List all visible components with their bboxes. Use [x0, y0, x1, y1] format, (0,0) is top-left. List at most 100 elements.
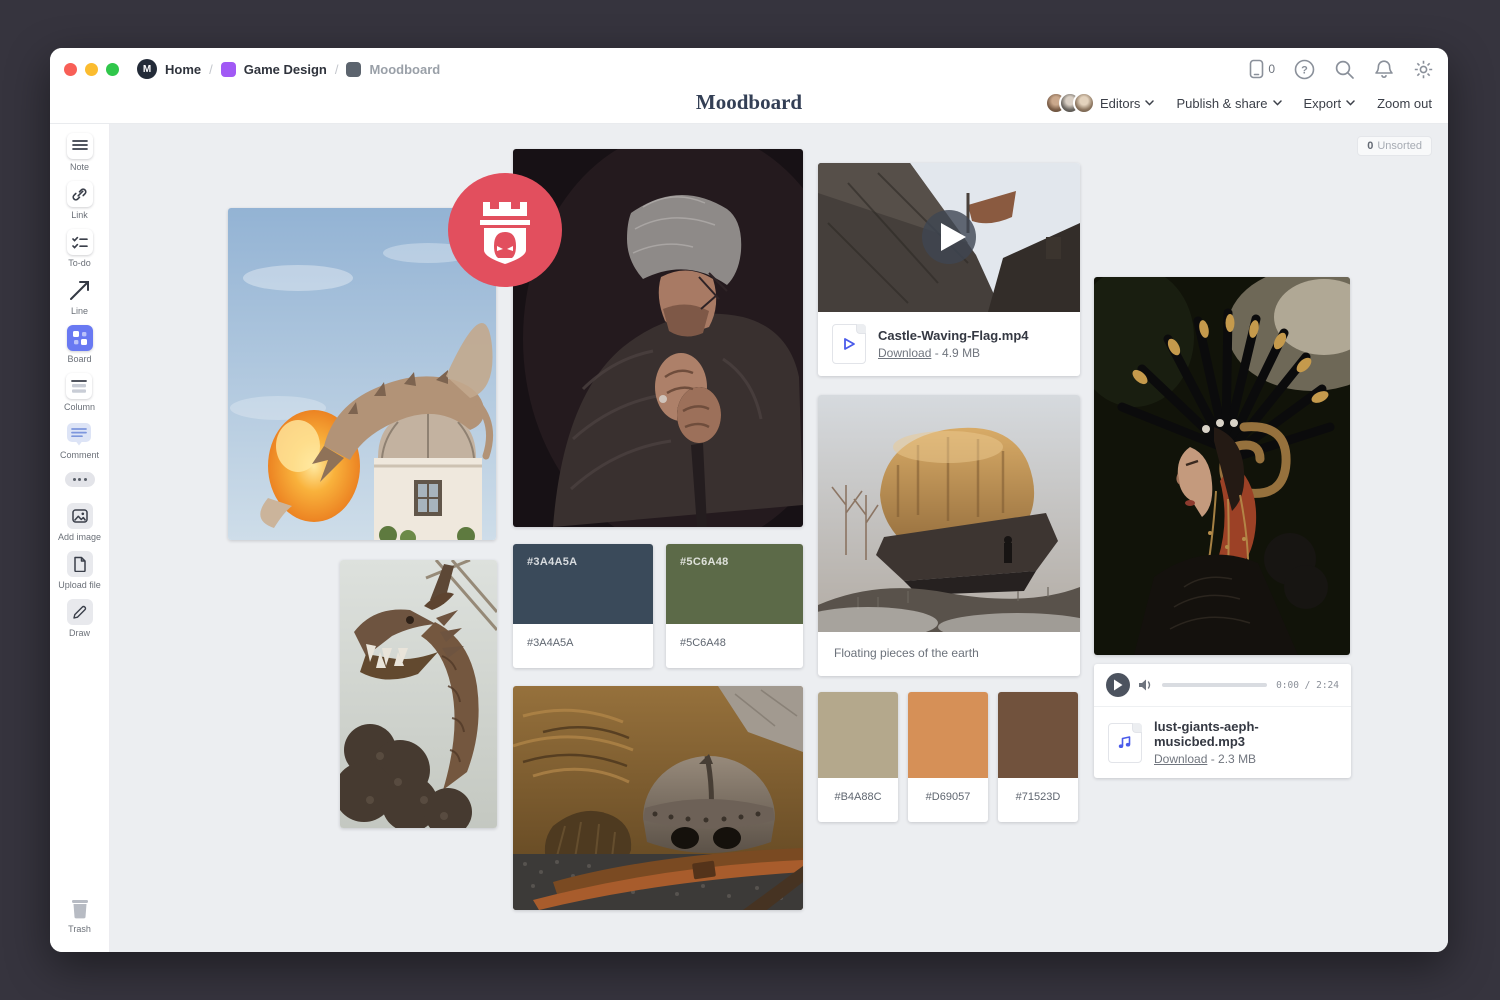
audio-play-button[interactable]: [1106, 673, 1130, 697]
image-card-floating-rock[interactable]: Floating pieces of the earth: [818, 395, 1080, 676]
draw-pencil-icon: [67, 599, 93, 625]
audio-time: 0:00 / 2:24: [1276, 680, 1339, 691]
mobile-uploads-button[interactable]: 0: [1249, 59, 1275, 79]
board-canvas[interactable]: 0 Unsorted: [110, 124, 1448, 952]
mobile-uploads-count: 0: [1268, 62, 1275, 76]
minimize-window-button[interactable]: [85, 63, 98, 76]
unsorted-badge[interactable]: 0 Unsorted: [1357, 136, 1432, 156]
settings-gear-icon[interactable]: [1413, 59, 1434, 80]
unsorted-count: 0: [1367, 140, 1373, 152]
tool-note[interactable]: Note: [67, 133, 93, 172]
chevron-down-icon: [1145, 100, 1154, 106]
export-button[interactable]: Export: [1304, 96, 1356, 111]
tool-link[interactable]: Link: [67, 181, 93, 220]
help-icon[interactable]: ?: [1294, 59, 1315, 80]
phone-icon: [1249, 59, 1264, 79]
chevron-down-icon: [1273, 100, 1282, 106]
board-icon: [67, 325, 93, 351]
zoom-window-button[interactable]: [106, 63, 119, 76]
trash-icon: [67, 895, 93, 921]
color-swatch-card[interactable]: #B4A88C: [818, 692, 898, 822]
upload-file-icon: [67, 551, 93, 577]
image-card-viking-helmet[interactable]: [513, 686, 803, 910]
tool-label: To-do: [68, 258, 91, 268]
audio-filename: lust-giants-aeph-musicbed.mp3: [1154, 719, 1337, 749]
audio-download-link[interactable]: Download: [1154, 752, 1207, 766]
comment-icon: [66, 421, 92, 447]
tool-todo[interactable]: To-do: [67, 229, 93, 268]
audio-progress-bar[interactable]: [1162, 683, 1267, 687]
app-window: M Home / Game Design / Moodboard 0 ?: [50, 48, 1448, 952]
image-card-headdress-woman[interactable]: [1094, 277, 1350, 655]
color-swatch: [998, 692, 1078, 778]
tool-line[interactable]: Line: [67, 277, 93, 316]
breadcrumb-project[interactable]: Game Design: [244, 62, 327, 77]
publish-share-button[interactable]: Publish & share: [1176, 96, 1281, 111]
unsorted-label: Unsorted: [1377, 140, 1422, 152]
close-window-button[interactable]: [64, 63, 77, 76]
color-swatch: #5C6A48: [666, 544, 803, 624]
video-file-icon: [832, 324, 866, 364]
app-logo-icon[interactable]: M: [137, 59, 157, 79]
breadcrumb-separator: /: [209, 62, 213, 77]
editor-avatars: [1045, 92, 1095, 114]
swatch-hex-label: #71523D: [998, 778, 1078, 820]
headdress-woman-photo: [1094, 277, 1350, 655]
draw-button[interactable]: Draw: [67, 599, 93, 638]
rock-caption: Floating pieces of the earth: [818, 632, 1080, 676]
tool-board[interactable]: Board: [67, 325, 93, 364]
floating-rock-photo: [818, 395, 1080, 632]
video-filesize: 4.9 MB: [942, 346, 980, 360]
video-download-link[interactable]: Download: [878, 346, 931, 360]
zoom-out-button[interactable]: Zoom out: [1377, 96, 1432, 111]
breadcrumb-current: Moodboard: [369, 62, 440, 77]
trash-button[interactable]: Trash: [67, 895, 93, 934]
line-arrow-icon: [67, 277, 93, 303]
tool-label: Column: [64, 402, 95, 412]
editors-menu[interactable]: Editors: [1045, 92, 1154, 114]
color-swatch-card[interactable]: #D69057: [908, 692, 988, 822]
project-board-icon[interactable]: [221, 62, 236, 77]
search-icon[interactable]: [1334, 59, 1355, 80]
add-image-icon: [67, 503, 93, 529]
color-swatch: #3A4A5A: [513, 544, 653, 624]
image-card-crest-logo[interactable]: [447, 172, 563, 293]
meta-separator: -: [1207, 752, 1218, 766]
color-swatch-card[interactable]: #71523D: [998, 692, 1078, 822]
swatch-hex-label: #5C6A48: [666, 624, 803, 666]
color-swatch: [908, 692, 988, 778]
chevron-down-icon: [1346, 100, 1355, 106]
tool-label: Upload file: [58, 580, 101, 590]
todo-icon: [67, 229, 93, 255]
window-controls: [64, 63, 119, 76]
viking-helmet-photo: [513, 686, 803, 910]
add-image-button[interactable]: Add image: [58, 503, 101, 542]
video-card[interactable]: Castle-Waving-Flag.mp4 Download - 4.9 MB: [818, 163, 1080, 376]
tool-comment[interactable]: Comment: [60, 421, 99, 460]
tool-label: Board: [67, 354, 91, 364]
audio-player: 0:00 / 2:24: [1094, 664, 1351, 707]
tool-label: Add image: [58, 532, 101, 542]
swatch-hex-label: #D69057: [908, 778, 988, 820]
audio-card[interactable]: 0:00 / 2:24 lust-giants-aeph-musicbed.mp…: [1094, 664, 1351, 778]
castle-crest-logo: [447, 172, 563, 288]
column-icon: [66, 373, 92, 399]
color-swatch-card[interactable]: #5C6A48 #5C6A48: [666, 544, 803, 668]
swatch-hex-label: #B4A88C: [818, 778, 898, 820]
swatch-hex-overlay: #5C6A48: [680, 556, 729, 568]
image-card-dragon-statue[interactable]: [340, 560, 497, 828]
link-icon: [67, 181, 93, 207]
notifications-bell-icon[interactable]: [1374, 59, 1394, 80]
more-tools-button[interactable]: [65, 472, 95, 487]
audio-filesize: 2.3 MB: [1218, 752, 1256, 766]
swatch-hex-label: #3A4A5A: [513, 624, 653, 666]
video-filename: Castle-Waving-Flag.mp4: [878, 328, 1028, 343]
tool-label: Line: [71, 306, 88, 316]
avatar: [1073, 92, 1095, 114]
tool-column[interactable]: Column: [64, 373, 95, 412]
breadcrumb-separator: /: [335, 62, 339, 77]
volume-icon[interactable]: [1139, 679, 1153, 691]
upload-file-button[interactable]: Upload file: [58, 551, 101, 590]
breadcrumb-home[interactable]: Home: [165, 62, 201, 77]
color-swatch-card[interactable]: #3A4A5A #3A4A5A: [513, 544, 653, 668]
